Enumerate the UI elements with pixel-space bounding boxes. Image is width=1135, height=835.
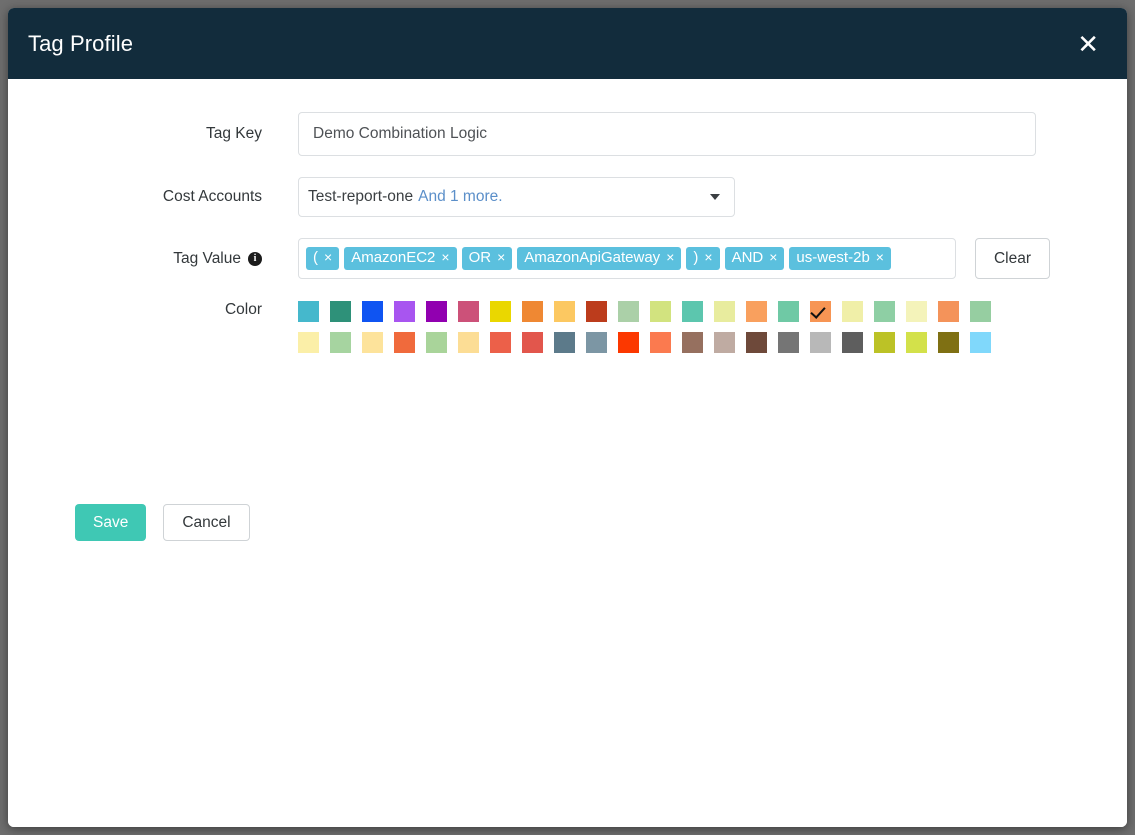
color-swatch[interactable]	[298, 332, 319, 353]
color-swatch[interactable]	[682, 332, 703, 353]
color-swatch[interactable]	[746, 332, 767, 353]
tag-value-chip-label: )	[693, 248, 699, 266]
color-swatch[interactable]	[938, 301, 959, 322]
tag-value-label: Tag Value i	[8, 238, 298, 279]
chip-remove-icon[interactable]: ×	[876, 249, 884, 265]
color-swatch[interactable]	[490, 301, 511, 322]
color-swatch[interactable]	[810, 332, 831, 353]
tag-value-chip[interactable]: (×	[306, 246, 340, 271]
color-swatch[interactable]	[746, 301, 767, 322]
chevron-down-icon	[710, 194, 720, 200]
color-swatch[interactable]	[554, 301, 575, 322]
tag-value-chip-label: OR	[468, 248, 492, 266]
tag-value-chip-label: AND	[731, 248, 764, 266]
tag-value-chip[interactable]: AmazonApiGateway ×	[517, 246, 682, 271]
info-icon[interactable]: i	[248, 251, 262, 266]
clear-button[interactable]: Clear	[975, 238, 1050, 279]
color-swatch[interactable]	[650, 332, 671, 353]
modal-header: Tag Profile ✕	[8, 8, 1127, 79]
modal-body: Tag Key Cost Accounts Test-report-one An…	[8, 112, 1127, 827]
color-swatch[interactable]	[650, 301, 671, 322]
cost-accounts-selected-value: Test-report-one	[308, 188, 414, 205]
color-swatch[interactable]	[298, 301, 319, 322]
tag-key-input[interactable]	[298, 112, 1036, 156]
color-swatch[interactable]	[778, 301, 799, 322]
tag-value-chip[interactable]: OR ×	[461, 246, 513, 271]
color-swatch[interactable]	[682, 301, 703, 322]
close-icon[interactable]: ✕	[1073, 29, 1103, 59]
color-swatch[interactable]	[426, 301, 447, 322]
chip-remove-icon[interactable]: ×	[666, 249, 674, 265]
color-swatch[interactable]	[554, 332, 575, 353]
tag-key-label: Tag Key	[205, 125, 262, 142]
color-swatch[interactable]	[714, 332, 735, 353]
color-swatch[interactable]	[618, 301, 639, 322]
color-swatch[interactable]	[586, 301, 607, 322]
tag-value-label-text: Tag Value	[173, 249, 241, 267]
page-title: Tag Profile	[28, 30, 134, 56]
chip-remove-icon[interactable]: ×	[769, 249, 777, 265]
tag-value-chips-input[interactable]: (× AmazonEC2 × OR × AmazonApiGateway ×) × AND × us…	[298, 238, 956, 279]
tag-value-chip-label: AmazonEC2	[351, 248, 436, 266]
color-swatch[interactable]	[362, 332, 383, 353]
color-swatch[interactable]	[426, 332, 447, 353]
cancel-button[interactable]: Cancel	[163, 504, 250, 541]
tag-value-chip-label: AmazonApiGateway	[524, 248, 661, 266]
cost-accounts-row: Cost Accounts Test-report-one And 1 more…	[8, 177, 1127, 217]
tag-value-chip[interactable]: AmazonEC2 ×	[344, 246, 457, 271]
color-swatch[interactable]	[458, 301, 479, 322]
tag-value-chip-label: (	[313, 248, 318, 266]
tag-value-chip[interactable]: AND ×	[724, 246, 785, 271]
tag-value-chip[interactable]: ) ×	[686, 246, 720, 271]
color-swatch[interactable]	[810, 301, 831, 322]
color-row: Color	[8, 298, 1127, 353]
tag-profile-modal: Tag Profile ✕ Tag Key Cost Accounts Test…	[8, 8, 1127, 827]
color-swatch[interactable]	[874, 301, 895, 322]
color-swatch[interactable]	[362, 301, 383, 322]
chip-remove-icon[interactable]: ×	[324, 249, 332, 265]
color-swatch[interactable]	[586, 332, 607, 353]
color-swatch[interactable]	[330, 332, 351, 353]
cost-accounts-select[interactable]: Test-report-one And 1 more.	[298, 177, 735, 217]
tag-value-chip-label: us-west-2b	[796, 248, 870, 266]
color-swatch[interactable]	[394, 301, 415, 322]
color-swatch[interactable]	[394, 332, 415, 353]
tag-value-controls: (× AmazonEC2 × OR × AmazonApiGateway ×) × AND × us…	[298, 238, 1050, 279]
color-swatch[interactable]	[906, 332, 927, 353]
color-swatch[interactable]	[938, 332, 959, 353]
color-swatch[interactable]	[618, 332, 639, 353]
chip-remove-icon[interactable]: ×	[497, 249, 505, 265]
color-palette-row	[298, 332, 991, 353]
tag-value-row: Tag Value i (× AmazonEC2 × OR × AmazonApiGate…	[8, 238, 1127, 279]
color-swatch[interactable]	[490, 332, 511, 353]
color-swatch[interactable]	[778, 332, 799, 353]
color-swatch[interactable]	[970, 301, 991, 322]
color-swatch[interactable]	[842, 332, 863, 353]
color-swatch[interactable]	[970, 332, 991, 353]
color-swatch[interactable]	[874, 332, 895, 353]
color-swatch[interactable]	[330, 301, 351, 322]
color-swatch[interactable]	[842, 301, 863, 322]
cost-accounts-more-link[interactable]: And 1 more.	[418, 188, 502, 206]
save-button[interactable]: Save	[75, 504, 147, 541]
color-palette	[298, 298, 991, 353]
color-palette-row	[298, 301, 991, 322]
color-swatch[interactable]	[522, 301, 543, 322]
color-swatch[interactable]	[714, 301, 735, 322]
form-actions: Save Cancel	[75, 504, 1127, 541]
chip-remove-icon[interactable]: ×	[704, 249, 712, 265]
tag-value-chip[interactable]: us-west-2b ×	[789, 246, 891, 271]
cost-accounts-label: Cost Accounts	[162, 188, 262, 205]
color-swatch[interactable]	[522, 332, 543, 353]
color-swatch[interactable]	[458, 332, 479, 353]
color-swatch[interactable]	[906, 301, 927, 322]
tag-key-row: Tag Key	[8, 112, 1127, 156]
chip-remove-icon[interactable]: ×	[441, 249, 449, 265]
color-label: Color	[224, 301, 262, 318]
